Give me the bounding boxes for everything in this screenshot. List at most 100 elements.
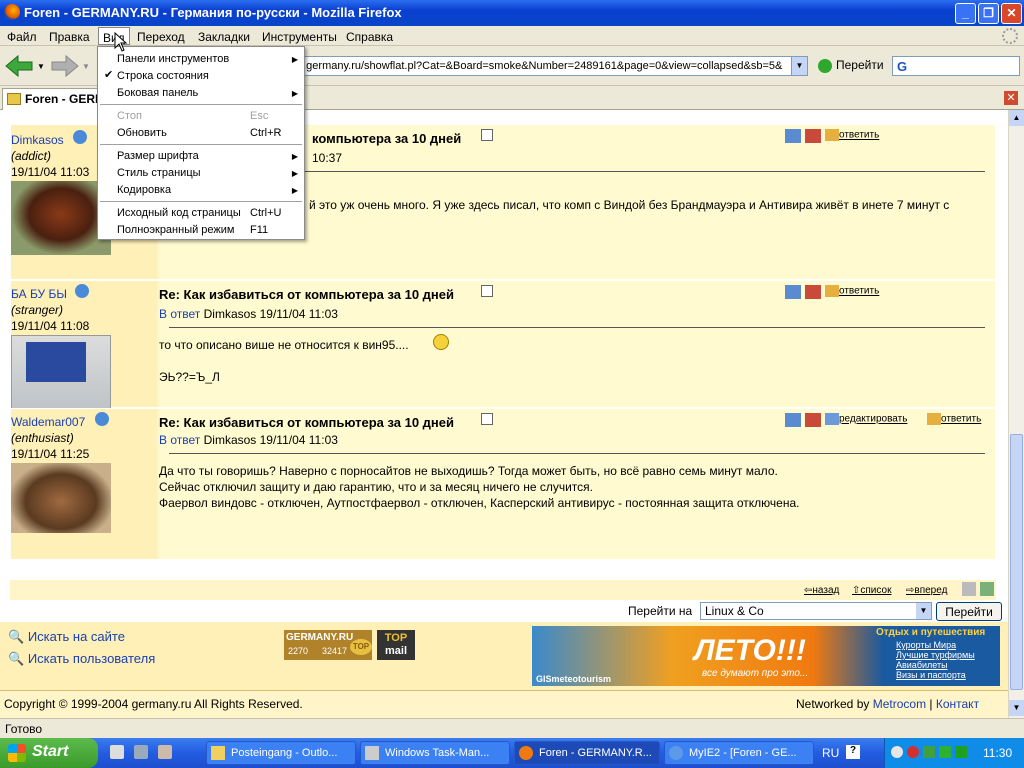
in-reply-link[interactable]: В ответ [159,307,200,321]
forward-dropdown-icon[interactable]: ▼ [82,62,90,71]
language-indicator[interactable]: RU [822,746,839,760]
tab-forum[interactable]: Foren - GERMANY.RU [2,88,102,110]
go-button[interactable]: Перейти [818,58,884,73]
in-reply-to: Dimkasos 19/11/04 11:03 [203,433,338,447]
google-icon: G [897,59,908,74]
menu-item-page-style[interactable]: Стиль страницы [117,167,201,179]
post-text: Сейчас отключил защиту и даю гарантию, ч… [159,480,593,494]
quicklaunch-icon[interactable] [110,745,124,759]
help-icon[interactable]: ? [846,745,860,759]
back-arrow-icon[interactable] [4,54,38,78]
back-link[interactable]: ⇦назад [804,585,839,596]
print-icon[interactable] [805,285,821,299]
forum-select[interactable]: Linux & Co ▼ [700,602,932,620]
scroll-up-icon[interactable]: ▲ [1009,110,1024,126]
post-title: компьютера за 10 дней [312,131,462,146]
flat-view-icon[interactable] [962,582,976,596]
threaded-view-icon[interactable] [980,582,994,596]
vertical-scrollbar[interactable]: ▲ ▼ [1008,110,1024,718]
search-user-link[interactable]: 🔍 Искать пользователя [8,651,155,667]
menu-tools[interactable]: Инструменты [262,30,337,44]
menu-edit[interactable]: Правка [49,30,90,44]
scroll-down-icon[interactable]: ▼ [1009,700,1024,716]
url-dropdown-icon[interactable]: ▼ [791,57,807,75]
window-title-bar[interactable]: Foren - GERMANY.RU - Германия по-русски … [0,0,1024,26]
tab-close-icon[interactable]: ✕ [1004,91,1018,105]
user-profile-icon[interactable] [73,130,87,144]
back-dropdown-icon[interactable]: ▼ [37,62,45,71]
reply-button[interactable]: ответить [825,129,879,141]
author-name[interactable]: Dimkasos [11,133,64,147]
start-button[interactable]: Start [0,738,98,768]
tray-icon[interactable] [891,746,903,758]
taskbar-button-firefox[interactable]: Foren - GERMANY.R... [514,741,660,765]
select-checkbox[interactable] [481,413,493,425]
minimize-button[interactable]: _ [955,3,976,24]
close-button[interactable]: ✕ [1001,3,1022,24]
favicon-icon [7,93,21,105]
edit-button[interactable]: редактировать [825,413,907,425]
menu-item-fullscreen[interactable]: Полноэкранный режим [117,224,235,236]
private-message-icon[interactable] [785,413,801,427]
jump-label: Перейти на [628,604,693,618]
reply-button[interactable]: ответить [927,413,981,425]
select-checkbox[interactable] [481,129,493,141]
tray-icon[interactable] [955,746,967,758]
url-input[interactable]: n.germany.ru/showflat.pl?Cat=&Board=smok… [292,56,808,76]
maximize-button[interactable]: ❐ [978,3,999,24]
divider [169,453,985,454]
private-message-icon[interactable] [785,285,801,299]
taskbar-button-myie2[interactable]: MyIE2 - [Foren - GE... [664,741,814,765]
menu-file[interactable]: Файл [7,30,37,44]
menu-item-toolbars[interactable]: Панели инструментов [117,53,229,65]
menu-item-statusbar[interactable]: Строка состояния [117,70,209,82]
menu-item-stop[interactable]: Стоп [117,110,142,122]
print-icon[interactable] [805,413,821,427]
menu-item-encoding[interactable]: Кодировка [117,184,171,196]
post-text: то что описано више не относится к вин95… [159,338,409,352]
author-name[interactable]: Waldemar007 [11,415,85,429]
search-site-link[interactable]: 🔍 Искать на сайте [8,629,125,645]
tray-icon[interactable] [923,746,935,758]
counter-badge[interactable]: GERMANY.RU 2270 32417 TOP [284,630,372,660]
quicklaunch-icon[interactable] [158,745,172,759]
post-text: й это уж очень много. Я уже здесь писал,… [309,198,950,212]
ad-banner[interactable]: ЛЕТО!!! все думают про это... GISmeteoto… [532,626,1000,686]
antivirus-tray-icon[interactable] [907,746,919,758]
clock[interactable]: 11:30 [983,746,1012,760]
network-tray-icon[interactable] [939,746,951,758]
metrocom-link[interactable]: Metrocom [873,697,926,711]
forward-arrow-icon[interactable] [48,54,82,78]
select-checkbox[interactable] [481,285,493,297]
private-message-icon[interactable] [785,129,801,143]
menu-item-sidebar[interactable]: Боковая панель [117,87,198,99]
menu-bookmarks[interactable]: Закладки [198,30,250,44]
author-name[interactable]: БА БУ БЫ [11,287,67,301]
menu-item-reload[interactable]: Обновить [117,127,167,139]
reply-button[interactable]: ответить [825,285,879,297]
jump-button[interactable]: Перейти [936,602,1002,621]
menu-help[interactable]: Справка [346,30,393,44]
search-input[interactable]: G [892,56,1020,76]
quicklaunch-icon[interactable] [134,745,148,759]
menu-item-page-source[interactable]: Исходный код страницы [117,207,241,219]
print-icon[interactable] [805,129,821,143]
menu-item-text-size[interactable]: Размер шрифта [117,150,199,162]
post-title: Re: Как избавиться от компьютера за 10 д… [159,287,455,302]
throbber-icon [1002,28,1018,44]
taskbar-button-outlook[interactable]: Posteingang - Outlo... [206,741,356,765]
user-profile-icon[interactable] [75,284,89,298]
contact-link[interactable]: Контакт [936,697,979,711]
user-profile-icon[interactable] [95,412,109,426]
post-date: 19/11/04 11:25 [11,447,90,461]
in-reply-link[interactable]: В ответ [159,433,200,447]
top-mail-badge[interactable]: TOP mail [377,630,415,660]
list-link[interactable]: ⇧список [852,585,891,596]
forward-link[interactable]: ⇨вперед [906,585,947,596]
menu-go[interactable]: Переход [137,30,185,44]
select-arrow-icon: ▼ [916,603,931,619]
author-status: (addict) [11,149,52,163]
scroll-thumb[interactable] [1010,434,1023,690]
post-time-fragment: 10:37 [312,151,343,165]
taskbar-button-taskmanager[interactable]: Windows Task-Man... [360,741,510,765]
